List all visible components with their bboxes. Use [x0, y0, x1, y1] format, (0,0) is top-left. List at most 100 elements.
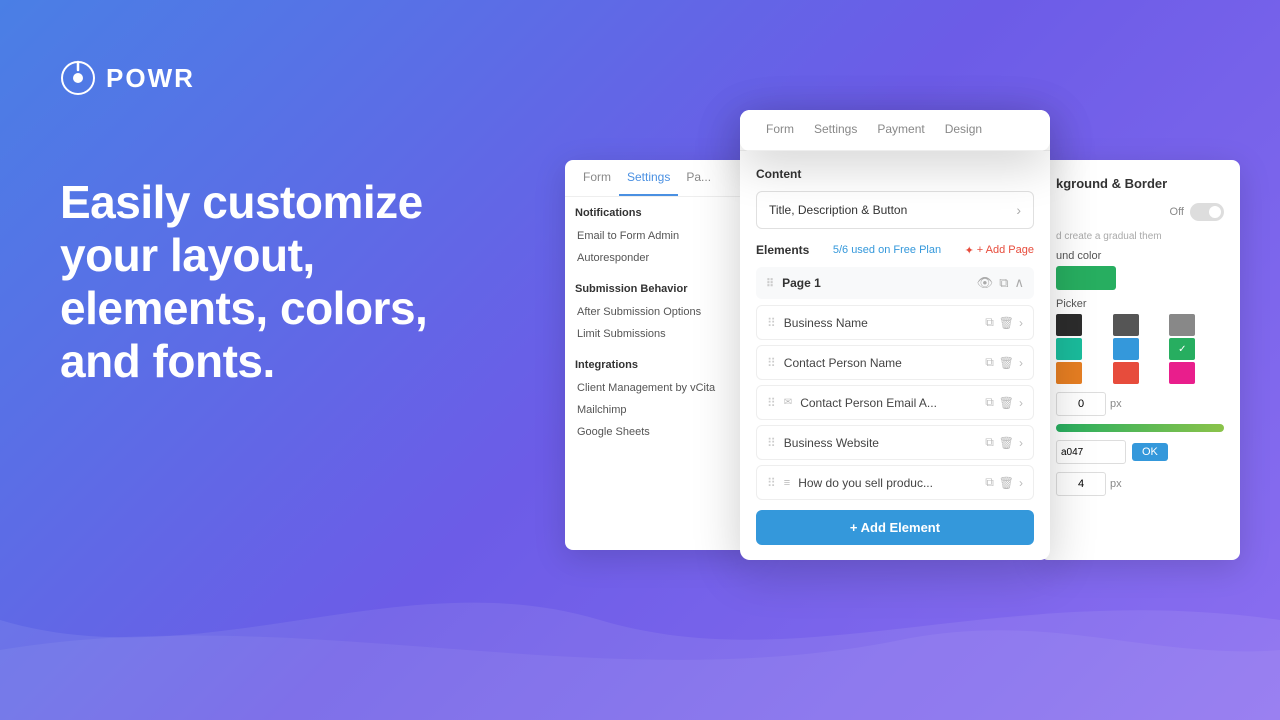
palette-red[interactable]	[1113, 362, 1139, 384]
palette-darkgray[interactable]	[1113, 314, 1139, 336]
expand-icon-4[interactable]: ›	[1019, 436, 1023, 450]
picker-label: Picker	[1056, 298, 1224, 310]
copy-page-icon[interactable]: ⧉	[999, 275, 1008, 291]
tab-payment-top[interactable]: Payment	[867, 110, 934, 150]
px-input-field2[interactable]	[1056, 472, 1106, 496]
bg-border-panel: kground & Border Off d create a gradual …	[1040, 160, 1240, 560]
px-label2: px	[1110, 478, 1122, 490]
tab-settings-top[interactable]: Settings	[804, 110, 867, 150]
autoresponder[interactable]: Autoresponder	[575, 247, 745, 269]
palette-dark[interactable]	[1056, 314, 1082, 336]
tab-design-top[interactable]: Design	[935, 110, 992, 150]
delete-icon-1[interactable]: 🗑	[999, 316, 1014, 330]
color-picker-row	[1056, 266, 1224, 290]
email-to-form-admin[interactable]: Email to Form Admin	[575, 225, 745, 247]
mailchimp[interactable]: Mailchimp	[575, 399, 745, 421]
tab-settings[interactable]: Settings	[619, 160, 678, 196]
tab-payment-partial[interactable]: Pa...	[678, 160, 719, 196]
green-bar	[1056, 424, 1224, 432]
form-panel: Form Settings Payment Design Content Tit…	[740, 110, 1050, 560]
page-1-label: ⠿ Page 1	[766, 276, 821, 290]
eye-icon[interactable]: 👁	[977, 275, 994, 291]
palette-blue[interactable]	[1113, 338, 1139, 360]
palette-gray[interactable]	[1169, 314, 1195, 336]
element-label-3: Contact Person Email A...	[800, 396, 937, 410]
color-palette: ✓	[1056, 314, 1224, 384]
element-label-5: How do you sell produc...	[798, 476, 933, 490]
add-element-button[interactable]: + Add Element	[756, 510, 1034, 545]
copy-icon-4[interactable]: ⧉	[985, 435, 994, 450]
copy-icon-1[interactable]: ⧉	[985, 315, 994, 330]
google-sheets[interactable]: Google Sheets	[575, 421, 745, 443]
notifications-title: Notifications	[575, 207, 745, 219]
color-swatch[interactable]	[1056, 266, 1116, 290]
toggle-label: Off	[1170, 206, 1184, 218]
top-panel: Form Settings Payment Design	[740, 110, 1050, 151]
page-1-text: Page 1	[782, 276, 821, 290]
drag-handle-1: ⠿	[767, 316, 776, 330]
px-input-field[interactable]	[1056, 392, 1106, 416]
copy-icon-2[interactable]: ⧉	[985, 355, 994, 370]
delete-icon-2[interactable]: 🗑	[999, 356, 1014, 370]
palette-orange[interactable]	[1056, 362, 1082, 384]
element-how-sell[interactable]: ⠿ ≡ How do you sell produc... ⧉ 🗑 ›	[756, 465, 1034, 500]
add-icon: ✦	[965, 244, 974, 257]
title-description-button[interactable]: Title, Description & Button ›	[756, 191, 1034, 229]
palette-teal[interactable]	[1056, 338, 1082, 360]
elements-header: Elements 5/6 used on Free Plan ✦ + Add P…	[756, 243, 1034, 257]
add-page-label: + Add Page	[977, 244, 1034, 256]
element-business-website[interactable]: ⠿ Business Website ⧉ 🗑 ›	[756, 425, 1034, 460]
tab-form[interactable]: Form	[575, 160, 619, 196]
brand-section: POWR Easily customize your layout, eleme…	[0, 0, 560, 720]
color-label: und color	[1056, 250, 1224, 262]
delete-icon-5[interactable]: 🗑	[999, 476, 1014, 490]
settings-panel: Form Settings Pa... Notifications Email …	[565, 160, 755, 550]
settings-body: Notifications Email to Form Admin Autore…	[565, 197, 755, 467]
form-body: Content Title, Description & Button › El…	[740, 151, 1050, 557]
copy-icon-5[interactable]: ⧉	[985, 475, 994, 490]
element-contact-name[interactable]: ⠿ Contact Person Name ⧉ 🗑 ›	[756, 345, 1034, 380]
element-business-name[interactable]: ⠿ Business Name ⧉ 🗑 ›	[756, 305, 1034, 340]
chevron-right-icon: ›	[1016, 202, 1021, 218]
client-management[interactable]: Client Management by vCita	[575, 377, 745, 399]
delete-icon-3[interactable]: 🗑	[999, 396, 1014, 410]
drag-handle-4: ⠿	[767, 436, 776, 450]
element-label-4: Business Website	[784, 436, 879, 450]
hint-text: d create a gradual them	[1056, 231, 1224, 242]
toggle-switch[interactable]	[1190, 203, 1224, 221]
copy-icon-3[interactable]: ⧉	[985, 395, 994, 410]
logo: POWR	[60, 60, 500, 96]
expand-icon-5[interactable]: ›	[1019, 476, 1023, 490]
expand-icon-2[interactable]: ›	[1019, 356, 1023, 370]
content-label: Content	[756, 167, 1034, 181]
add-page-button[interactable]: ✦ + Add Page	[965, 244, 1034, 257]
expand-icon-3[interactable]: ›	[1019, 396, 1023, 410]
elements-label: Elements	[756, 243, 809, 257]
element-label-2: Contact Person Name	[784, 356, 902, 370]
delete-icon-4[interactable]: 🗑	[999, 436, 1014, 450]
drag-handle-5: ⠿	[767, 476, 776, 490]
settings-tabs: Form Settings Pa...	[565, 160, 755, 197]
submission-behavior-section: Submission Behavior After Submission Opt…	[575, 283, 745, 345]
integrations-title: Integrations	[575, 359, 745, 371]
toggle-row: Off	[1056, 203, 1224, 221]
element-contact-email[interactable]: ⠿ ✉ Contact Person Email A... ⧉ 🗑 ›	[756, 385, 1034, 420]
px-label: px	[1110, 398, 1122, 410]
after-submission-options[interactable]: After Submission Options	[575, 301, 745, 323]
email-type-icon: ✉	[784, 397, 792, 408]
powr-logo-icon	[60, 60, 96, 96]
hex-input[interactable]	[1056, 440, 1126, 464]
elements-count: 5/6 used on Free Plan	[833, 244, 941, 256]
notifications-section: Notifications Email to Form Admin Autore…	[575, 207, 745, 269]
limit-submissions[interactable]: Limit Submissions	[575, 323, 745, 345]
ok-button[interactable]: OK	[1132, 443, 1168, 461]
palette-pink[interactable]	[1169, 362, 1195, 384]
collapse-icon[interactable]: ∧	[1014, 275, 1024, 291]
drag-handle-3: ⠿	[767, 396, 776, 410]
logo-text: POWR	[106, 63, 195, 94]
drag-handle-2: ⠿	[767, 356, 776, 370]
drag-handle-page: ⠿	[766, 277, 774, 290]
palette-green-check[interactable]: ✓	[1169, 338, 1195, 360]
tab-form-top[interactable]: Form	[756, 110, 804, 150]
expand-icon-1[interactable]: ›	[1019, 316, 1023, 330]
